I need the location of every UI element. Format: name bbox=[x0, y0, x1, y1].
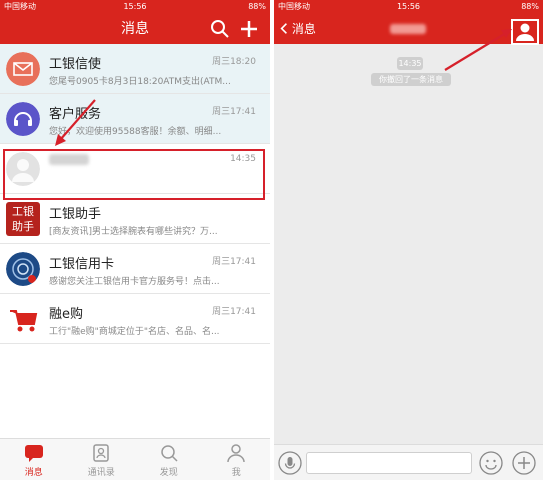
conversation-row[interactable]: 工银 助手 工银助手 [商友资讯]男士选择腕表有哪些讲究？万... bbox=[0, 194, 270, 244]
chat-bubble-icon bbox=[24, 445, 43, 462]
top-nav-bar: 消息 bbox=[274, 14, 543, 44]
person-icon bbox=[516, 23, 534, 41]
chat-timestamp: 14:35 bbox=[397, 57, 423, 70]
conversation-name: 客户服务 bbox=[49, 107, 102, 122]
plus-icon[interactable] bbox=[512, 451, 536, 475]
conversation-time: 周三17:41 bbox=[212, 307, 256, 317]
conversation-row[interactable]: 工银信用卡 周三17:41 感谢您关注工银信用卡官方服务号！点击... bbox=[0, 244, 270, 294]
conversation-row[interactable]: 工银信使 周三18:20 您尾号0905卡8月3日18:20ATM支出(ATM.… bbox=[0, 44, 270, 94]
chat-input-bar bbox=[274, 444, 543, 480]
emoji-icon[interactable] bbox=[479, 451, 503, 475]
conversation-name: 融e购 bbox=[49, 307, 83, 322]
status-bar: 中国移动 15:56 88% bbox=[0, 0, 270, 14]
conversation-row[interactable]: 融e购 周三17:41 工行"融e购"商城定位于"名店、名品、名... bbox=[0, 294, 270, 344]
tab-contacts[interactable]: 通讯录 bbox=[68, 439, 136, 480]
conversation-time: 周三17:41 bbox=[212, 107, 256, 117]
status-time: 15:56 bbox=[396, 2, 421, 11]
tab-me[interactable]: 我 bbox=[203, 439, 271, 480]
conversation-preview: [商友资讯]男士选择腕表有哪些讲究？万... bbox=[49, 227, 218, 237]
tab-label: 通讯录 bbox=[87, 468, 115, 478]
search-icon bbox=[161, 445, 178, 462]
status-bar: 中国移动 15:56 88% bbox=[274, 0, 543, 14]
profile-button[interactable] bbox=[511, 19, 539, 45]
contacts-book-icon bbox=[93, 444, 109, 462]
conversation-name: 工银信用卡 bbox=[49, 257, 115, 272]
person-icon bbox=[227, 444, 245, 463]
credit-card-avatar-icon bbox=[6, 252, 40, 286]
shopping-cart-avatar-icon bbox=[10, 310, 38, 332]
tab-label: 我 bbox=[231, 468, 241, 478]
envelope-avatar-icon bbox=[6, 52, 40, 86]
conversation-preview: 您好，欢迎使用95588客服！余额、明细... bbox=[49, 127, 222, 137]
icbc-assistant-avatar: 工银 助手 bbox=[6, 202, 40, 236]
conversation-preview: 您尾号0905卡8月3日18:20ATM支出(ATM... bbox=[49, 77, 231, 87]
tab-label: 发现 bbox=[159, 468, 178, 478]
recall-notice: 你撤回了一条消息 bbox=[371, 73, 451, 86]
microphone-icon[interactable] bbox=[278, 451, 302, 475]
battery-level: 88% bbox=[521, 2, 539, 11]
conversation-time: 周三18:20 bbox=[212, 57, 256, 67]
chevron-left-icon bbox=[280, 23, 287, 34]
tab-discover[interactable]: 发现 bbox=[135, 439, 203, 480]
conversation-name: 工银信使 bbox=[49, 57, 102, 72]
status-time: 15:56 bbox=[123, 2, 147, 11]
blurred-contact-title bbox=[390, 24, 426, 34]
highlight-box bbox=[3, 149, 265, 200]
conversation-preview: 感谢您关注工银信用卡官方服务号！点击... bbox=[49, 277, 220, 287]
top-nav-bar: 消息 bbox=[0, 14, 270, 44]
back-label: 消息 bbox=[291, 22, 316, 36]
conversation-row[interactable]: 客户服务 周三17:41 您好，欢迎使用95588客服！余额、明细... bbox=[0, 94, 270, 144]
conversation-preview: 工行"融e购"商城定位于"名店、名品、名... bbox=[49, 327, 220, 337]
conversation-time: 周三17:41 bbox=[212, 257, 256, 267]
battery-level: 88% bbox=[248, 2, 266, 11]
tab-messages[interactable]: 消息 bbox=[0, 439, 68, 480]
conversation-name: 工银助手 bbox=[49, 207, 102, 222]
search-icon[interactable] bbox=[210, 19, 230, 39]
headset-avatar-icon bbox=[6, 102, 40, 136]
tab-label: 消息 bbox=[24, 468, 43, 478]
chat-screen: 中国移动 15:56 88% 消息 14:35 你撤回了一条消息 bbox=[274, 0, 543, 480]
bottom-tab-bar: 消息 通讯录 发现 我 bbox=[0, 438, 270, 480]
add-icon[interactable] bbox=[239, 19, 259, 39]
message-input[interactable] bbox=[306, 452, 472, 474]
back-button[interactable]: 消息 bbox=[280, 14, 316, 44]
message-list-screen: 中国移动 15:56 88% 消息 工银信使 周三18:20 您尾号0905卡8… bbox=[0, 0, 270, 480]
